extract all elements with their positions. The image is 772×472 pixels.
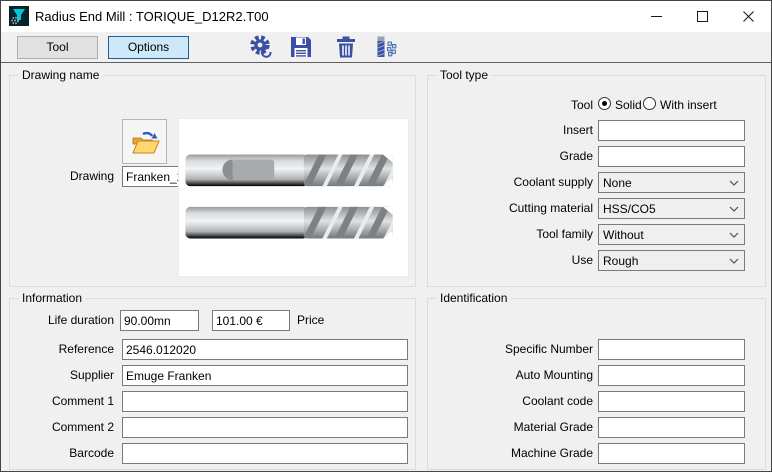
- specific-number-label: Specific Number: [428, 342, 593, 356]
- use-select[interactable]: Rough: [598, 250, 745, 271]
- drawing-group-title: Drawing name: [18, 68, 103, 82]
- chevron-down-icon: [729, 206, 739, 212]
- chevron-down-icon: [729, 258, 739, 264]
- supplier-label: Supplier: [10, 368, 114, 382]
- auto-mounting-label: Auto Mounting: [428, 368, 593, 382]
- tool-type-group-title: Tool type: [436, 68, 492, 82]
- comment1-field[interactable]: [122, 391, 408, 412]
- insert-field[interactable]: [598, 120, 745, 141]
- delete-icon[interactable]: [333, 34, 359, 60]
- identification-group: Identification Specific Number Auto Moun…: [427, 298, 766, 470]
- grade-field[interactable]: [598, 146, 745, 167]
- coolant-code-field[interactable]: [598, 391, 745, 412]
- tool-radio-row: Tool Solid With insert: [428, 96, 765, 112]
- end-mill-app-icon: [9, 6, 29, 26]
- open-drawing-button[interactable]: [122, 119, 167, 164]
- identification-group-title: Identification: [436, 291, 511, 305]
- tab-options[interactable]: Options: [108, 36, 189, 59]
- coolant-supply-value: None: [603, 176, 632, 190]
- close-icon: [743, 11, 754, 22]
- radio-solid[interactable]: [598, 97, 611, 110]
- maximize-icon: [697, 11, 708, 22]
- tool-type-group: Tool type Tool Solid With insert Insert …: [427, 75, 766, 287]
- information-group: Information Life duration Price Referenc…: [9, 298, 416, 470]
- radio-solid-label: Solid: [615, 98, 642, 112]
- tool-label: Tool: [428, 98, 593, 112]
- material-grade-field[interactable]: [598, 417, 745, 438]
- machining-chips-icon[interactable]: [373, 34, 399, 60]
- information-group-title: Information: [18, 291, 86, 305]
- minimize-button[interactable]: [633, 1, 679, 31]
- comment2-field[interactable]: [122, 417, 408, 438]
- toolbar: Tool Options: [1, 32, 771, 63]
- material-grade-label: Material Grade: [428, 420, 593, 434]
- use-value: Rough: [603, 254, 638, 268]
- price-label: Price: [297, 313, 357, 327]
- cutting-material-label: Cutting material: [428, 201, 593, 215]
- chevron-down-icon: [729, 180, 739, 186]
- tool-family-select[interactable]: Without: [598, 224, 745, 245]
- maximize-button[interactable]: [679, 1, 725, 31]
- coolant-supply-select[interactable]: None: [598, 172, 745, 193]
- reference-label: Reference: [10, 342, 114, 356]
- barcode-label: Barcode: [10, 446, 114, 460]
- comment2-label: Comment 2: [10, 420, 114, 434]
- coolant-supply-label: Coolant supply: [428, 175, 593, 189]
- drawing-name-group: Drawing name Drawing: [9, 75, 416, 287]
- close-button[interactable]: [725, 1, 771, 31]
- chevron-down-icon: [729, 232, 739, 238]
- specific-number-field[interactable]: [598, 339, 745, 360]
- life-duration-field[interactable]: [120, 310, 199, 331]
- comment1-label: Comment 1: [10, 394, 114, 408]
- tool-family-value: Without: [603, 228, 644, 242]
- grade-label: Grade: [428, 149, 593, 163]
- insert-label: Insert: [428, 123, 593, 137]
- titlebar: Radius End Mill : TORIQUE_D12R2.T00: [1, 1, 771, 32]
- use-label: Use: [428, 253, 593, 267]
- cutting-material-value: HSS/CO5: [603, 202, 656, 216]
- coolant-code-label: Coolant code: [428, 394, 593, 408]
- supplier-field[interactable]: [122, 365, 408, 386]
- settings-sync-icon[interactable]: [248, 34, 274, 60]
- drawing-label: Drawing: [10, 169, 114, 183]
- radio-with-insert-label: With insert: [660, 98, 717, 112]
- end-mill-photo: [178, 118, 409, 277]
- radio-with-insert[interactable]: [643, 97, 656, 110]
- radius-end-mill-dialog: Radius End Mill : TORIQUE_D12R2.T00: [0, 0, 772, 472]
- cutting-material-select[interactable]: HSS/CO5: [598, 198, 745, 219]
- save-icon[interactable]: [288, 34, 314, 60]
- window-title: Radius End Mill : TORIQUE_D12R2.T00: [35, 9, 269, 24]
- tool-family-label: Tool family: [428, 227, 593, 241]
- open-folder-icon: [130, 128, 160, 156]
- tab-tool[interactable]: Tool: [17, 36, 98, 59]
- minimize-icon: [651, 11, 662, 22]
- machine-grade-label: Machine Grade: [428, 446, 593, 460]
- machine-grade-field[interactable]: [598, 443, 745, 464]
- auto-mounting-field[interactable]: [598, 365, 745, 386]
- barcode-field[interactable]: [122, 443, 408, 464]
- reference-field[interactable]: [122, 339, 408, 360]
- price-field[interactable]: [212, 310, 290, 331]
- life-duration-label: Life duration: [10, 313, 114, 327]
